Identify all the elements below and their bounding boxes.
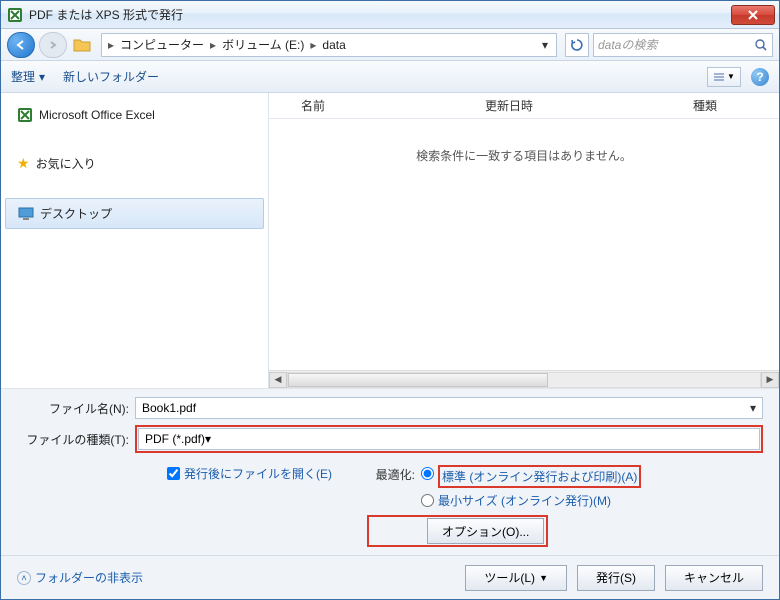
footer: ˄ フォルダーの非表示 ツール(L) ▼ 発行(S) キャンセル: [1, 555, 779, 599]
app-icon: [7, 7, 23, 23]
scroll-left-button[interactable]: ◀: [269, 372, 287, 388]
optimize-standard-label: 標準 (オンライン発行および印刷)(A): [442, 470, 637, 484]
sidebar-item-desktop[interactable]: デスクトップ: [5, 198, 264, 229]
filename-label: ファイル名(N):: [17, 400, 129, 417]
highlight-standard: 標準 (オンライン発行および印刷)(A): [438, 465, 641, 488]
open-after-label: 発行後にファイルを開く(E): [184, 465, 332, 482]
excel-icon: [17, 107, 33, 123]
chevron-down-icon[interactable]: ▾: [750, 401, 756, 415]
horizontal-scrollbar[interactable]: ◀ ▶: [269, 370, 779, 388]
desktop-icon: [18, 207, 34, 221]
body: Microsoft Office Excel ★ お気に入り デスクトップ 名前…: [1, 93, 779, 388]
breadcrumb[interactable]: ▸ コンピューター ▸ ボリューム (E:) ▸ data ▾: [101, 33, 557, 57]
options-button[interactable]: オプション(O)...: [427, 518, 544, 544]
filename-row: ファイル名(N): Book1.pdf ▾: [17, 397, 763, 419]
new-folder-button[interactable]: 新しいフォルダー: [63, 68, 159, 85]
column-name[interactable]: 名前: [301, 97, 325, 114]
options-row: 発行後にファイルを開く(E) 最適化: 標準 (オンライン発行および印刷)(A): [17, 465, 763, 547]
optimize-minimum-label: 最小サイズ (オンライン発行)(M): [438, 492, 611, 509]
chevron-down-icon: ▾: [39, 70, 45, 84]
empty-message: 検索条件に一致する項目はありません。: [269, 119, 779, 370]
scroll-right-button[interactable]: ▶: [761, 372, 779, 388]
filetype-row: ファイルの種類(T): PDF (*.pdf) ▾: [17, 425, 763, 453]
save-dialog-window: PDF または XPS 形式で発行 ▸ コンピューター ▸ ボリューム (E:)…: [0, 0, 780, 600]
search-input[interactable]: dataの検索: [593, 33, 773, 57]
breadcrumb-item[interactable]: ボリューム (E:): [218, 36, 308, 53]
scroll-track[interactable]: [287, 372, 761, 388]
sidebar: Microsoft Office Excel ★ お気に入り デスクトップ: [1, 93, 269, 388]
publish-button[interactable]: 発行(S): [577, 565, 655, 591]
folder-icon: [71, 35, 93, 55]
refresh-button[interactable]: [565, 33, 589, 57]
scroll-thumb[interactable]: [288, 373, 548, 387]
nav-forward-button[interactable]: [39, 32, 67, 58]
search-placeholder: dataの検索: [598, 36, 657, 53]
close-button[interactable]: [731, 5, 775, 25]
breadcrumb-dropdown[interactable]: ▾: [538, 38, 552, 52]
optimize-minimum-radio[interactable]: [421, 494, 434, 507]
optimize-label: 最適化:: [367, 465, 415, 483]
open-after-checkbox[interactable]: [167, 467, 180, 480]
organize-menu[interactable]: 整理 ▾: [11, 68, 45, 85]
chevron-right-icon: ▸: [106, 38, 116, 52]
sidebar-item-favorites[interactable]: ★ お気に入り: [5, 149, 264, 178]
filetype-label: ファイルの種類(T):: [17, 431, 129, 448]
chevron-right-icon: ▸: [308, 38, 318, 52]
sidebar-item-label: デスクトップ: [40, 205, 112, 222]
window-title: PDF または XPS 形式で発行: [29, 6, 731, 23]
chevron-down-icon: ▼: [727, 72, 735, 81]
sidebar-item-excel[interactable]: Microsoft Office Excel: [5, 101, 264, 129]
form-area: ファイル名(N): Book1.pdf ▾ ファイルの種類(T): PDF (*…: [1, 388, 779, 555]
navbar: ▸ コンピューター ▸ ボリューム (E:) ▸ data ▾ dataの検索: [1, 29, 779, 61]
breadcrumb-item[interactable]: data: [318, 38, 349, 52]
nav-back-button[interactable]: [7, 32, 35, 58]
view-mode-button[interactable]: ▼: [707, 67, 741, 87]
hide-folders-button[interactable]: ˄ フォルダーの非表示: [17, 569, 143, 586]
optimize-standard-radio[interactable]: [421, 467, 434, 480]
chevron-up-icon: ˄: [17, 571, 31, 585]
chevron-right-icon: ▸: [208, 38, 218, 52]
help-button[interactable]: ?: [751, 68, 769, 86]
search-icon: [754, 38, 768, 52]
optimize-radio-group: 標準 (オンライン発行および印刷)(A) 最小サイズ (オンライン発行)(M): [421, 465, 641, 509]
highlight-options-button: オプション(O)...: [367, 515, 548, 547]
chevron-down-icon: ▼: [539, 573, 548, 583]
filename-input[interactable]: Book1.pdf ▾: [135, 397, 763, 419]
toolbar: 整理 ▾ 新しいフォルダー ▼ ?: [1, 61, 779, 93]
breadcrumb-item[interactable]: コンピューター: [116, 36, 208, 53]
titlebar: PDF または XPS 形式で発行: [1, 1, 779, 29]
column-type[interactable]: 種類: [693, 97, 717, 114]
cancel-button[interactable]: キャンセル: [665, 565, 763, 591]
sidebar-item-label: お気に入り: [36, 155, 96, 172]
tools-menu[interactable]: ツール(L) ▼: [465, 565, 567, 591]
chevron-down-icon[interactable]: ▾: [205, 432, 211, 446]
list-view-icon: [713, 72, 725, 82]
file-list: 名前 更新日時 種類 検索条件に一致する項目はありません。 ◀ ▶: [269, 93, 779, 388]
filetype-select[interactable]: PDF (*.pdf) ▾: [138, 428, 760, 450]
column-headers[interactable]: 名前 更新日時 種類: [269, 93, 779, 119]
column-modified[interactable]: 更新日時: [485, 97, 533, 114]
star-icon: ★: [17, 155, 30, 172]
sidebar-item-label: Microsoft Office Excel: [39, 108, 155, 122]
highlight-filetype: PDF (*.pdf) ▾: [135, 425, 763, 453]
